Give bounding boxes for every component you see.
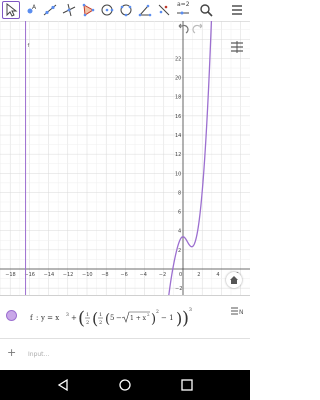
y-tick-label: 10 [175,171,181,177]
polygon-icon [82,3,95,17]
home-icon [230,276,238,284]
formula-frac2-den: 2 [99,320,102,326]
y-tick-label: 20 [175,76,181,82]
y-tick-label: −2 [175,286,182,292]
formula-five: 5 [110,314,114,322]
line-tool-button[interactable] [41,1,59,19]
svg-text:A: A [32,4,37,11]
circle-icon [101,4,114,16]
y-tick-label: 6 [178,210,181,216]
undo-button[interactable] [176,22,190,36]
toolbar: A a=2 [0,0,250,22]
zoom-icon [200,4,213,17]
redo-button[interactable] [191,22,205,36]
x-tick-label: 2 [197,272,200,278]
svg-text:f: f [30,314,34,322]
formula-f[interactable]: f : y = x 3 + ( 1 2 ( 1 2 ( 5 − 1 + x 2 … [30,304,225,332]
formula-frac1-num: 1 [86,312,89,318]
angle-icon [138,4,152,17]
x-tick-label: −2 [159,272,166,278]
formula-sqrt-sq: 2 [147,312,150,317]
svg-text:N: N [239,309,244,316]
x-tick-label: −10 [82,272,93,278]
algebra-settings-icon: N [231,307,244,316]
standard-view-button[interactable] [226,272,242,288]
reflect-icon [158,4,170,16]
algebra-view: f : y = x 3 + ( 1 2 ( 1 2 ( 5 − 1 + x 2 … [0,295,250,371]
angle-tool-button[interactable] [136,1,154,19]
input-bar: + [0,339,250,367]
formula-lhs: y = x [40,314,59,322]
arrow-pointer-icon [6,3,18,17]
y-tick-label: 18 [175,95,181,101]
undo-icon [178,23,189,34]
formula-frac1-den: 2 [86,320,89,326]
home-nav-icon[interactable] [118,378,132,392]
line-icon [43,4,57,16]
visibility-toggle[interactable] [6,310,17,321]
circle-three-points-tool-button[interactable] [117,1,135,19]
svg-text:): ) [182,308,189,329]
x-tick-label: −8 [101,272,108,278]
formula-name: f [30,314,34,322]
style-bar-icon [231,41,243,53]
x-tick-label: −12 [63,272,74,278]
y-tick-label: 22 [175,56,181,62]
formula-outer-exp: 3 [189,307,192,313]
point-tool-button[interactable]: A [22,1,40,19]
circle-tool-button[interactable] [98,1,116,19]
vertical-line-label: f [28,43,30,49]
x-tick-label: 0 [179,272,182,278]
y-tick-label: 2 [178,248,181,254]
y-tick-label: 8 [178,190,181,196]
algebra-settings-button[interactable]: N [230,304,246,318]
graphics-view[interactable]: −18−16−14−12−10−8−6−4−202462220181614121… [0,0,261,327]
redo-icon [192,23,203,34]
x-tick-label: −18 [5,272,16,278]
x-tick-label: 4 [216,272,219,278]
back-icon[interactable] [56,378,70,392]
android-navigation-bar [0,370,250,400]
formula-inner-sq: 2 [156,309,159,315]
algebra-input[interactable] [26,345,230,363]
x-tick-label: −6 [120,272,127,278]
add-plus-icon[interactable]: + [7,346,16,359]
formula-frac2-num: 1 [99,312,102,318]
formula-sqrt-content: 1 + x [130,315,147,322]
y-tick-label: 16 [175,114,181,120]
x-tick-label: −14 [44,272,55,278]
svg-text:(: ( [78,308,85,329]
recents-icon[interactable] [180,378,194,392]
slider-tool-label: a=2 [177,1,190,8]
graph-canvas[interactable]: −18−16−14−12−10−8−6−4−202462220181614121… [0,0,261,327]
perpendicular-line-icon [62,3,76,17]
y-tick-label: 14 [175,133,181,139]
x-tick-label: −4 [140,272,147,278]
y-tick-label: 12 [175,152,181,158]
algebra-row-f[interactable]: f : y = x 3 + ( 1 2 ( 1 2 ( 5 − 1 + x 2 … [0,296,250,339]
formula-plus: + [71,314,77,322]
menu-button[interactable] [228,1,246,19]
function-curve-f[interactable] [165,5,213,322]
polygon-tool-button[interactable] [79,1,97,19]
move-tool-button[interactable] [2,1,20,19]
graphics-style-button[interactable] [230,40,244,54]
formula-minus-one: − 1 [161,314,174,322]
reflect-tool-button[interactable] [155,1,173,19]
point-icon: A [27,4,37,14]
y-tick-label: 4 [178,229,181,235]
svg-text:(: ( [92,309,98,328]
slider-tool-button[interactable]: a=2 [174,1,192,19]
perpendicular-tool-button[interactable] [60,1,78,19]
circle-three-points-icon [120,4,132,17]
hamburger-menu-icon [232,5,242,15]
zoom-tool-button[interactable] [197,1,215,19]
formula-exp-3: 3 [66,312,69,318]
formula-minus: − [116,314,122,322]
svg-text::: : [36,314,38,322]
